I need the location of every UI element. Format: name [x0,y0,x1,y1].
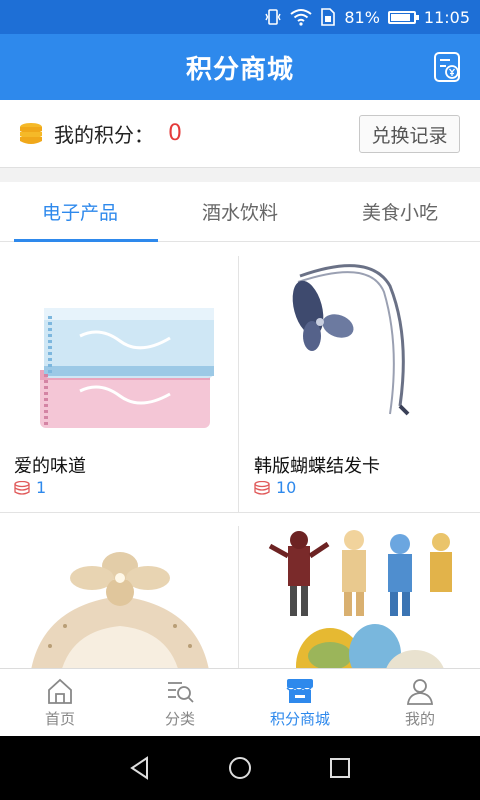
clock: 11:05 [423,7,470,27]
nav-points-mall-label: 积分商城 [269,710,330,728]
product-image-tissue-box [10,526,230,668]
product-card[interactable] [240,526,479,668]
category-tabs: 电子产品 酒水饮料 美食小吃 [0,182,480,242]
product-card[interactable]: 韩版蝴蝶结发卡 10 [240,256,479,512]
product-price-value: 1 [36,478,47,497]
system-nav-bar [0,736,480,800]
product-name: 爱的味道 [14,456,86,477]
tab-drinks[interactable]: 酒水饮料 [160,182,320,241]
home-icon [48,678,72,704]
coin-stack-icon [18,121,44,147]
nav-me[interactable]: 我的 [360,669,480,736]
home-circle-icon[interactable] [227,755,253,781]
coin-stack-icon [254,480,270,495]
sim-icon [320,8,336,26]
category-search-icon [168,682,194,703]
product-price: 1 [14,478,46,497]
points-value: 0 [168,121,182,146]
nav-home-label: 首页 [44,710,75,728]
tab-electronics[interactable]: 电子产品 [0,182,160,242]
person-icon [407,679,433,705]
nav-home[interactable]: 首页 [0,669,120,736]
product-card[interactable]: 爱的味道 1 [0,256,239,512]
nav-category-label: 分类 [164,710,195,728]
wifi-icon [290,8,312,26]
status-bar: 81% 11:05 [0,0,480,34]
nav-me-label: 我的 [404,710,435,728]
row-divider [0,512,480,526]
points-label: 我的积分： [54,123,154,147]
page-title: 积分商城 [185,54,294,85]
product-name: 韩版蝴蝶结发卡 [254,456,380,477]
product-grid: 爱的味道 1 韩版蝴蝶结发卡 10 [0,242,480,668]
vibrate-icon [264,8,282,26]
tab-snacks[interactable]: 美食小吃 [320,182,480,241]
battery-percent: 81% [344,7,380,27]
coin-stack-icon [14,480,30,495]
store-icon [286,679,313,703]
nav-category[interactable]: 分类 [120,669,240,736]
nav-points-mall[interactable]: 积分商城 [240,669,360,736]
app-bar: 积分商城 [0,34,480,100]
back-icon[interactable] [127,755,153,781]
receipt-yen-icon[interactable] [432,51,462,83]
points-bar: 我的积分： 0 兑换记录 [0,100,480,168]
exchange-history-button[interactable]: 兑换记录 [359,115,460,153]
product-price-value: 10 [276,478,297,497]
bottom-nav: 首页 分类 积分商城 我的 [0,668,480,736]
product-card[interactable] [0,526,239,668]
product-price: 10 [254,478,296,497]
product-image-hairband [250,256,470,442]
product-image-towels [10,256,230,442]
product-image-toy-robots [250,526,470,668]
battery-icon [387,10,419,24]
recents-icon[interactable] [327,755,353,781]
